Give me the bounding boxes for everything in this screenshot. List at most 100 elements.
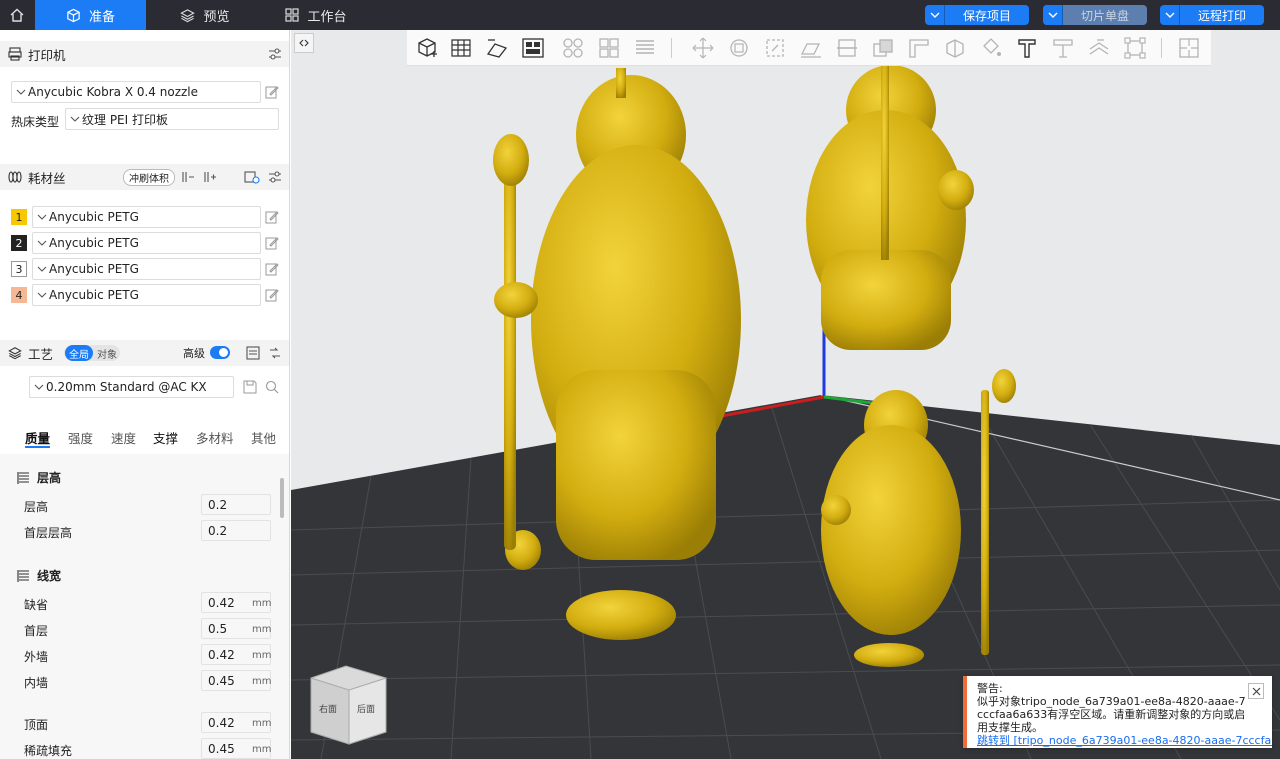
arrange-button[interactable] — [519, 34, 547, 62]
variable-layer-height-button[interactable] — [1175, 34, 1203, 62]
edit-icon[interactable] — [265, 288, 279, 302]
assembly-tool-button[interactable] — [1085, 34, 1113, 62]
settings-sliders-icon[interactable] — [268, 170, 282, 184]
chevron-down-icon — [16, 89, 26, 95]
move-icon — [692, 37, 714, 59]
edit-icon[interactable] — [265, 85, 279, 99]
chevron-down-icon[interactable] — [1043, 5, 1063, 25]
filament-select-4[interactable]: Anycubic PETG — [32, 284, 261, 306]
paint-bucket-icon — [983, 38, 1001, 56]
chevrons-icon — [299, 39, 309, 47]
scrollbar-thumb[interactable] — [280, 478, 284, 518]
add-cube-icon — [418, 38, 437, 57]
printer-section-header: 打印机 — [0, 41, 289, 67]
slice-plate-button[interactable]: 切片单盘 — [1043, 5, 1147, 25]
first-layer-height-input[interactable]: 0.2 — [201, 520, 271, 541]
compare-icon[interactable] — [246, 346, 260, 360]
chevron-down-icon[interactable] — [925, 5, 945, 25]
text-tool-button[interactable] — [1013, 34, 1041, 62]
add-filament-icon[interactable] — [203, 170, 217, 184]
filament-select-1[interactable]: Anycubic PETG — [32, 206, 261, 228]
remove-filament-icon[interactable] — [181, 170, 195, 184]
tab-preview[interactable]: 预览 — [160, 0, 250, 30]
filament-slot-1[interactable]: 1 — [11, 209, 27, 225]
rotate-tool-button[interactable] — [725, 34, 753, 62]
close-warning-button[interactable] — [1248, 683, 1264, 699]
value-text: 0.42 — [208, 715, 235, 730]
add-object-button[interactable] — [413, 34, 441, 62]
save-project-button[interactable]: 保存项目 — [925, 5, 1029, 25]
edit-icon[interactable] — [265, 262, 279, 276]
split-parts-button[interactable] — [595, 34, 623, 62]
add-plate-button[interactable] — [447, 34, 475, 62]
tab-quality[interactable]: 质量 — [25, 428, 50, 447]
support-paint-button[interactable] — [905, 34, 933, 62]
boolean-tool-button[interactable] — [869, 34, 897, 62]
auto-orient-button[interactable] — [483, 34, 511, 62]
bed-type-value: 纹理 PEI 打印板 — [82, 112, 168, 127]
bed-type-select[interactable]: 纹理 PEI 打印板 — [65, 108, 279, 130]
home-button[interactable] — [0, 0, 34, 30]
flush-volume-button[interactable]: 冲刷体积 — [123, 169, 175, 186]
filament-name: Anycubic PETG — [49, 236, 139, 250]
layers-editing-button[interactable] — [631, 34, 659, 62]
unit-label: mm — [252, 624, 272, 635]
measure-tool-button[interactable] — [1049, 34, 1077, 62]
move-tool-button[interactable] — [689, 34, 717, 62]
view-cube[interactable]: 右面 后面 — [310, 665, 387, 745]
toolbar-divider — [671, 38, 672, 58]
filament-slot-2[interactable]: 2 — [11, 235, 27, 251]
filament-title: 耗材丝 — [28, 170, 66, 186]
tab-prepare[interactable]: 准备 — [35, 0, 146, 30]
search-icon[interactable] — [265, 380, 279, 394]
tab-label: 预览 — [203, 9, 230, 25]
layers-icon — [180, 8, 196, 22]
layer-height-heading-text: 层高 — [37, 471, 62, 485]
chevron-down-icon[interactable] — [1160, 5, 1180, 25]
line-width-icon — [17, 569, 29, 582]
collapse-sidebar-button[interactable] — [294, 33, 314, 53]
settings-sliders-icon[interactable] — [268, 47, 282, 61]
tab-workbench[interactable]: 工作台 — [276, 0, 356, 30]
seam-paint-button[interactable] — [941, 34, 969, 62]
scope-object-tab[interactable]: 对象 — [94, 345, 120, 361]
view-cube-right-label: 右面 — [319, 703, 337, 715]
advanced-toggle[interactable] — [210, 346, 230, 359]
filament-slot-4[interactable]: 4 — [11, 287, 27, 303]
process-preset-select[interactable]: 0.20mm Standard @AC KX — [29, 376, 234, 398]
tab-speed[interactable]: 速度 — [111, 428, 136, 447]
outer-wall-line-width-label: 外墙 — [24, 650, 49, 664]
active-tab-indicator — [25, 446, 50, 448]
process-preset-value: 0.20mm Standard @AC KX — [46, 380, 207, 394]
support-icon — [909, 39, 929, 58]
mesh-fix-button[interactable] — [1121, 34, 1149, 62]
jump-to-object-link[interactable]: 跳转到 [tripo_node_6a739a01-ee8a-4820-aaae-… — [977, 734, 1272, 747]
tab-others[interactable]: 其他 — [251, 428, 276, 447]
scope-global-tab[interactable]: 全局 — [65, 345, 93, 361]
split-objects-button[interactable] — [559, 34, 587, 62]
value-text: 0.42 — [208, 595, 235, 610]
split-parts-icon — [599, 38, 619, 58]
filament-select-2[interactable]: Anycubic PETG — [32, 232, 261, 254]
3d-viewport[interactable]: 右面 后面 — [291, 30, 1280, 759]
remote-print-button[interactable]: 远程打印 — [1160, 5, 1264, 25]
tab-support[interactable]: 支撑 — [153, 428, 178, 447]
lay-on-face-button[interactable] — [797, 34, 825, 62]
filament-select-3[interactable]: Anycubic PETG — [32, 258, 261, 280]
edit-icon[interactable] — [265, 210, 279, 224]
filament-slot-3[interactable]: 3 — [11, 261, 27, 277]
cut-tool-button[interactable] — [833, 34, 861, 62]
first-layer-line-width-label: 首层 — [24, 624, 49, 638]
printer-icon — [8, 47, 22, 61]
layer-height-input[interactable]: 0.2 — [201, 494, 271, 515]
tab-strength[interactable]: 强度 — [68, 428, 93, 447]
split-objects-icon — [563, 38, 583, 58]
swap-icon[interactable] — [268, 346, 282, 360]
printer-preset-select[interactable]: Anycubic Kobra X 0.4 nozzle — [11, 81, 261, 103]
save-preset-icon[interactable] — [243, 380, 257, 394]
color-paint-button[interactable] — [977, 34, 1005, 62]
scale-tool-button[interactable] — [761, 34, 789, 62]
tab-multimaterial[interactable]: 多材料 — [196, 428, 234, 447]
filament-sync-icon[interactable] — [244, 170, 260, 184]
edit-icon[interactable] — [265, 236, 279, 250]
